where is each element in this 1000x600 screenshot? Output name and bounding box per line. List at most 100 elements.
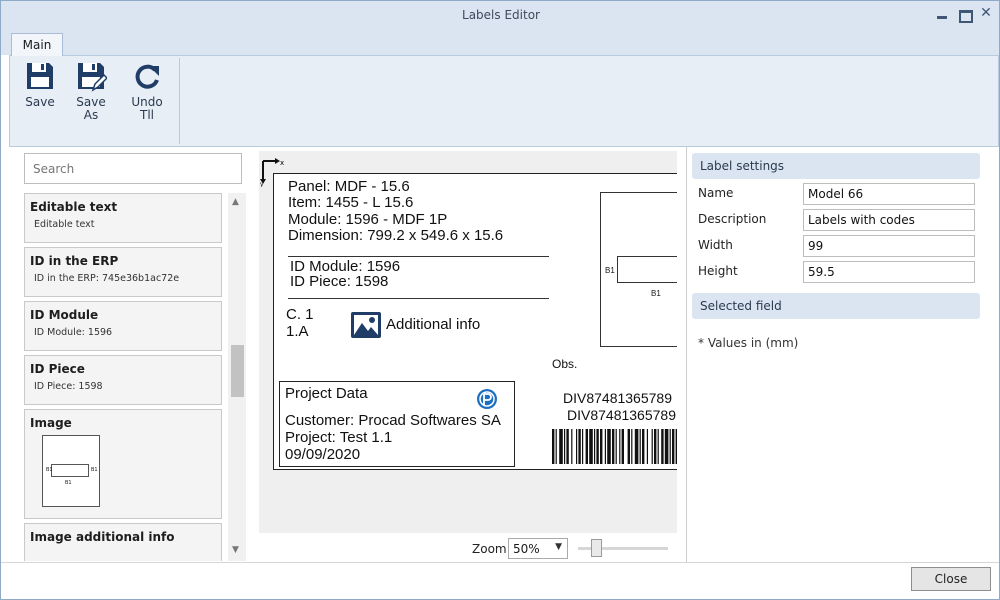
tab-main[interactable]: Main bbox=[11, 33, 63, 56]
floppy-disk-icon bbox=[27, 63, 53, 89]
barcode-bar bbox=[604, 429, 606, 464]
barcode-bar bbox=[627, 429, 630, 464]
axis-y-label: y bbox=[260, 181, 264, 187]
label-canvas[interactable]: x y Panel: MDF - 15.6 Item: 1455 - L 15.… bbox=[259, 151, 677, 533]
obs-field[interactable]: Obs. bbox=[552, 357, 577, 371]
list-item[interactable]: Editable text Editable text bbox=[24, 193, 222, 243]
scroll-up-icon[interactable]: ▲ bbox=[232, 197, 239, 207]
zoom-value: 50% bbox=[513, 542, 540, 556]
additional-info-field[interactable]: Additional info bbox=[386, 316, 480, 333]
save-as-label-line2: As bbox=[83, 108, 99, 122]
labels-editor-window: Labels Editor ✕ Main Save Save As Undo T… bbox=[0, 0, 1000, 600]
height-label: Height bbox=[698, 264, 738, 278]
list-item[interactable]: ID Piece ID Piece: 1598 bbox=[24, 355, 222, 405]
id-piece-field[interactable]: ID Piece: 1598 bbox=[290, 273, 388, 290]
c-field-line2[interactable]: 1.A bbox=[286, 323, 309, 340]
procad-logo-icon bbox=[477, 389, 497, 409]
barcode-bar bbox=[589, 429, 593, 464]
save-as-button[interactable]: Save As bbox=[70, 60, 112, 122]
barcode-bar bbox=[615, 429, 617, 464]
list-item[interactable]: Image B1 B1 B1 bbox=[24, 409, 222, 519]
barcode[interactable] bbox=[552, 429, 677, 464]
divider bbox=[288, 256, 549, 257]
barcode-bar bbox=[621, 429, 624, 464]
barcode-bar bbox=[651, 429, 653, 464]
code-field-2[interactable]: DIV87481365789 bbox=[567, 407, 676, 423]
close-button[interactable]: Close bbox=[911, 567, 991, 591]
list-item-title: ID Module bbox=[30, 308, 99, 322]
barcode-bar bbox=[600, 429, 603, 464]
barcode-bar bbox=[654, 429, 657, 464]
height-input[interactable] bbox=[803, 261, 975, 283]
label-settings-header: Label settings bbox=[692, 153, 980, 179]
minimize-button[interactable] bbox=[935, 9, 949, 21]
barcode-bar bbox=[612, 429, 615, 464]
barcode-bar bbox=[585, 429, 588, 464]
barcode-bar bbox=[564, 429, 566, 464]
barcode-bar bbox=[594, 429, 596, 464]
description-label: Description bbox=[698, 212, 767, 226]
fields-scrollbar[interactable]: ▲ ▼ bbox=[228, 193, 246, 561]
window-title: Labels Editor bbox=[462, 8, 540, 22]
fields-panel: Editable text Editable text ID in the ER… bbox=[22, 151, 248, 561]
barcode-bar bbox=[669, 429, 671, 464]
label-card[interactable]: Panel: MDF - 15.6 Item: 1455 - L 15.6 Mo… bbox=[273, 173, 677, 470]
description-input[interactable] bbox=[803, 209, 975, 231]
image-field-label: B1 bbox=[651, 289, 661, 298]
units-note: * Values in (mm) bbox=[698, 336, 799, 350]
maximize-button[interactable] bbox=[957, 9, 973, 23]
list-item-subtitle: Editable text bbox=[34, 219, 95, 230]
zoom-slider-thumb[interactable] bbox=[590, 539, 602, 557]
settings-panel: Label settings Name Description Width He… bbox=[686, 147, 999, 563]
scroll-down-icon[interactable]: ▼ bbox=[232, 545, 239, 555]
project-data-box[interactable]: Project Data Customer: Procad Softwares … bbox=[279, 381, 515, 467]
image-field[interactable]: B1 B1 bbox=[600, 192, 677, 347]
barcode-bar bbox=[559, 429, 563, 464]
name-input[interactable] bbox=[803, 183, 975, 205]
barcode-bar bbox=[576, 429, 578, 464]
list-item-title: Editable text bbox=[30, 200, 118, 214]
thumbnail-label: B1 bbox=[65, 480, 72, 486]
image-field-label: B1 bbox=[605, 266, 615, 275]
list-item[interactable]: ID in the ERP ID in the ERP: 745e36b1ac7… bbox=[24, 247, 222, 297]
list-item[interactable]: Image additional info bbox=[24, 523, 222, 561]
barcode-bar bbox=[596, 429, 599, 464]
save-label: Save bbox=[25, 95, 55, 109]
footer-divider bbox=[1, 562, 999, 563]
width-input[interactable] bbox=[803, 235, 975, 257]
list-item[interactable]: ID Module ID Module: 1596 bbox=[24, 301, 222, 351]
zoom-select[interactable]: 50% ▼ bbox=[508, 538, 568, 559]
list-item-subtitle: ID Module: 1596 bbox=[34, 327, 113, 338]
barcode-bar bbox=[631, 429, 633, 464]
search-input[interactable] bbox=[24, 153, 242, 184]
code-field-1[interactable]: DIV87481365789 bbox=[563, 390, 672, 406]
barcode-bar bbox=[582, 429, 584, 464]
customer-field[interactable]: Customer: Procad Softwares SA bbox=[285, 412, 501, 429]
panel-field[interactable]: Panel: MDF - 15.6 bbox=[288, 178, 410, 195]
project-field[interactable]: Project: Test 1.1 bbox=[285, 429, 392, 446]
thumbnail-label: B1 bbox=[91, 467, 98, 473]
undo-label-line2: Tll bbox=[140, 108, 154, 122]
c-field-line1[interactable]: C. 1 bbox=[286, 306, 314, 323]
scrollbar-thumb[interactable] bbox=[231, 345, 244, 397]
image-placeholder-icon bbox=[351, 312, 381, 338]
barcode-bar bbox=[657, 429, 659, 464]
undo-button[interactable]: Undo Tll bbox=[126, 60, 168, 122]
list-item-title: Image bbox=[30, 416, 72, 430]
item-field[interactable]: Item: 1455 - L 15.6 bbox=[288, 194, 413, 211]
selected-field-header: Selected field bbox=[692, 293, 980, 319]
barcode-bar bbox=[675, 429, 677, 464]
ribbon-group-separator bbox=[179, 58, 180, 144]
ribbon-tab-strip bbox=[1, 31, 999, 55]
list-item-title: Image additional info bbox=[30, 530, 175, 544]
barcode-bar bbox=[661, 429, 664, 464]
ribbon: Save Save As Undo Tll bbox=[9, 55, 999, 147]
close-window-button[interactable]: ✕ bbox=[979, 6, 993, 20]
image-thumbnail: B1 B1 B1 bbox=[42, 435, 100, 507]
module-field[interactable]: Module: 1596 - MDF 1P bbox=[288, 211, 447, 228]
axis-x-label: x bbox=[280, 159, 284, 167]
dimension-field[interactable]: Dimension: 799.2 x 549.6 x 15.6 bbox=[288, 227, 503, 244]
date-field[interactable]: 09/09/2020 bbox=[285, 446, 360, 463]
list-item-subtitle: ID Piece: 1598 bbox=[34, 381, 103, 392]
save-button[interactable]: Save bbox=[20, 60, 60, 109]
